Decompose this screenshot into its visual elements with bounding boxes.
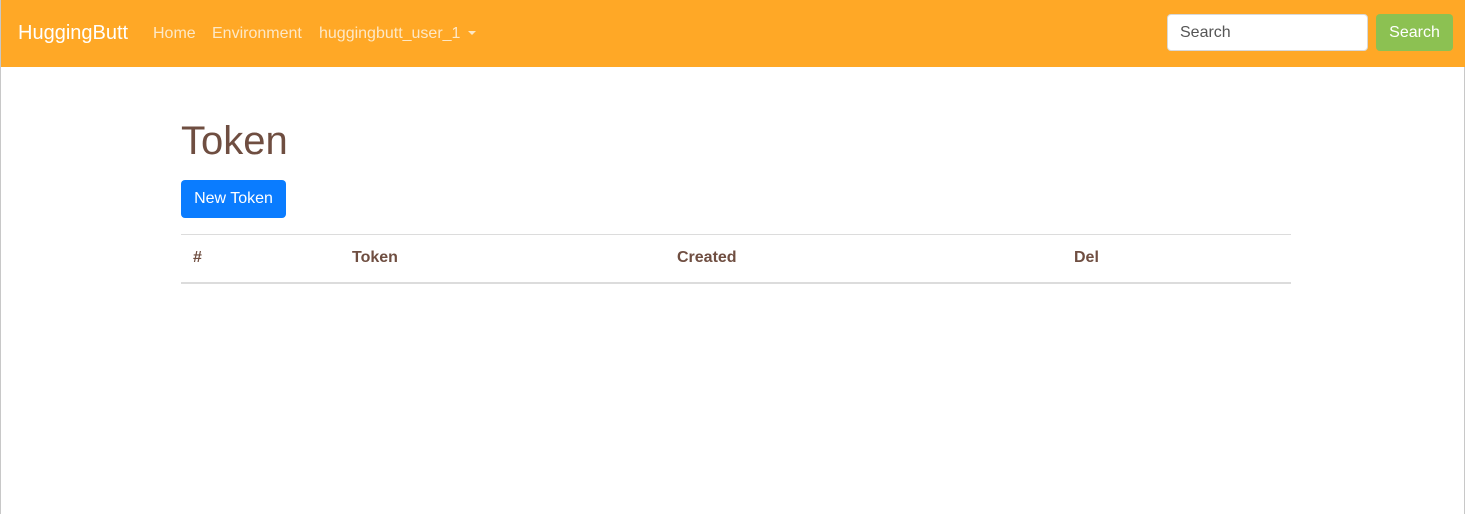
- column-header-token: Token: [340, 234, 665, 284]
- top-navbar: HuggingButt Home Environment huggingbutt…: [1, 0, 1465, 67]
- brand-logo-link[interactable]: HuggingButt: [18, 21, 128, 45]
- user-menu-dropdown[interactable]: huggingbutt_user_1: [319, 24, 477, 43]
- search-button[interactable]: Search: [1376, 14, 1453, 51]
- column-header-delete: Del: [1062, 234, 1291, 284]
- nav-home-link[interactable]: Home: [153, 24, 196, 43]
- nav-environment-label: Environment: [212, 25, 302, 42]
- chevron-down-icon: [468, 31, 477, 35]
- table-header-row: # Token Created Del: [181, 234, 1291, 284]
- token-table-header: # Token Created Del: [181, 234, 1291, 284]
- nav-home-label: Home: [153, 25, 196, 42]
- column-header-created: Created: [665, 234, 1062, 284]
- page-title: Token: [181, 119, 288, 163]
- user-menu-label: huggingbutt_user_1: [319, 25, 461, 42]
- token-table: # Token Created Del: [181, 234, 1291, 284]
- nav-environment-link[interactable]: Environment: [212, 24, 302, 43]
- column-header-number: #: [181, 234, 340, 284]
- page: HuggingButt Home Environment huggingbutt…: [0, 0, 1465, 514]
- new-token-button[interactable]: New Token: [181, 180, 286, 218]
- search-input[interactable]: [1167, 14, 1368, 51]
